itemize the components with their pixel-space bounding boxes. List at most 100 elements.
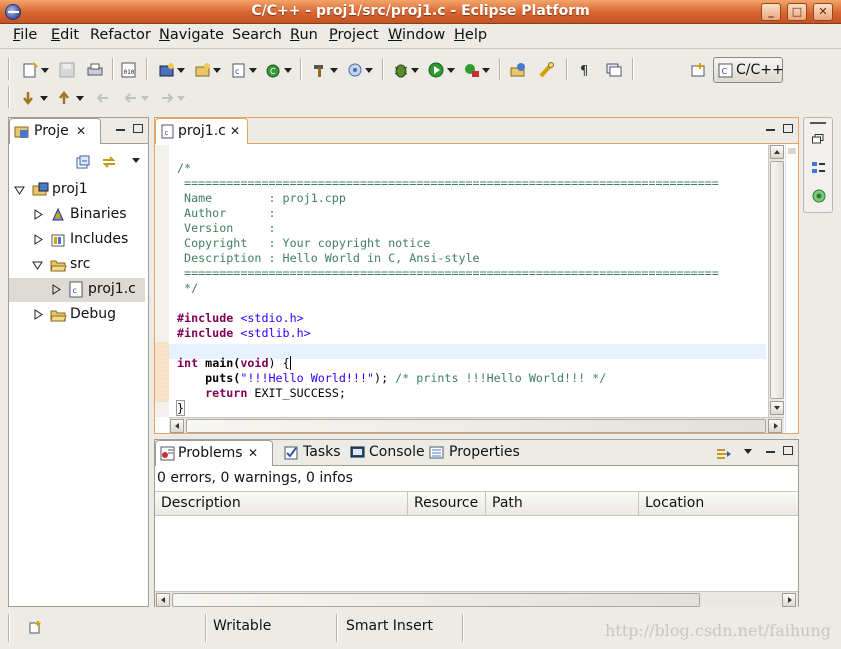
toggle-block-icon[interactable]	[605, 62, 623, 78]
close-icon[interactable]: ✕	[248, 446, 258, 460]
scroll-down-button[interactable]	[770, 401, 784, 415]
outline-view-icon[interactable]	[811, 160, 827, 176]
new-folder-icon[interactable]	[194, 62, 212, 78]
window-title-bar[interactable]: C/C++ - proj1/src/proj1.c - Eclipse Plat…	[0, 0, 841, 24]
new-file-dropdown-icon[interactable]	[249, 68, 257, 73]
fast-view-icon[interactable]	[28, 619, 44, 635]
tab-tasks[interactable]: Tasks	[283, 440, 343, 466]
tree-item-src[interactable]: src	[9, 253, 145, 277]
scroll-up-button[interactable]	[770, 145, 784, 159]
view-menu-icon[interactable]	[744, 449, 752, 454]
menu-navigate[interactable]: Navigate	[159, 27, 224, 43]
external-tools-dropdown-icon[interactable]	[482, 68, 490, 73]
binary-build-icon[interactable]: 010	[120, 62, 138, 78]
scroll-right-button[interactable]	[768, 419, 782, 433]
editor-vertical-scrollbar[interactable]	[768, 145, 784, 417]
tab-proj1-c[interactable]: c proj1.c ✕	[155, 118, 248, 144]
link-with-editor-icon[interactable]	[101, 154, 117, 170]
collapsed-twisty-icon[interactable]	[34, 309, 43, 320]
stack-grip[interactable]	[810, 122, 826, 124]
tree-item-proj1[interactable]: proj1	[9, 178, 145, 202]
forward-dropdown-icon[interactable]	[177, 96, 185, 101]
column-header-resource[interactable]: Resource	[408, 492, 486, 516]
new-c-project-icon[interactable]	[158, 62, 176, 78]
collapsed-twisty-icon[interactable]	[34, 234, 43, 245]
close-button[interactable]: ✕	[813, 3, 833, 21]
scroll-thumb[interactable]	[172, 593, 700, 607]
build-dropdown-icon[interactable]	[330, 68, 338, 73]
collapsed-twisty-icon[interactable]	[52, 284, 61, 295]
collapse-all-icon[interactable]	[76, 155, 90, 169]
perspective-cpp-button[interactable]: C C/C++	[713, 57, 784, 83]
editor-horizontal-scrollbar[interactable]	[169, 417, 784, 433]
next-annotation-icon[interactable]	[20, 90, 38, 106]
build-hammer-icon[interactable]	[311, 62, 329, 78]
forward-icon[interactable]	[158, 90, 176, 106]
new-project-dropdown-icon[interactable]	[177, 68, 185, 73]
tab-console[interactable]: Console	[350, 440, 425, 466]
make-targets-icon[interactable]	[811, 188, 827, 204]
tab-project-explorer[interactable]: Proje ✕	[9, 118, 101, 144]
expanded-twisty-icon[interactable]	[14, 186, 25, 195]
next-annotation-dropdown-icon[interactable]	[40, 96, 48, 101]
close-icon[interactable]: ✕	[230, 124, 240, 138]
focus-on-active-task-icon[interactable]	[715, 446, 733, 462]
new-source-file-icon[interactable]: c	[230, 62, 248, 78]
scroll-right-button[interactable]	[782, 593, 796, 607]
expanded-twisty-icon[interactable]	[32, 261, 43, 270]
back-dropdown-icon[interactable]	[141, 96, 149, 101]
tree-item-includes[interactable]: Includes	[9, 228, 145, 252]
problems-table-body[interactable]	[155, 517, 798, 593]
column-header-location[interactable]: Location	[639, 492, 798, 516]
new-class-icon[interactable]: C	[265, 62, 283, 78]
overview-ruler[interactable]	[785, 145, 798, 433]
menu-window[interactable]: Window	[388, 27, 445, 43]
open-type-icon[interactable]	[510, 62, 528, 78]
minimize-button[interactable]: _	[761, 3, 781, 21]
menu-project[interactable]: Project	[329, 27, 379, 43]
collapsed-twisty-icon[interactable]	[34, 209, 43, 220]
run-icon[interactable]	[428, 62, 446, 78]
scroll-thumb[interactable]	[770, 161, 784, 399]
target-icon[interactable]	[347, 62, 365, 78]
last-edit-icon[interactable]	[94, 90, 112, 106]
column-header-description[interactable]: Description	[155, 492, 408, 516]
view-menu-icon[interactable]	[132, 158, 140, 163]
save-icon[interactable]	[58, 62, 76, 78]
restore-icon[interactable]	[812, 134, 824, 144]
close-icon[interactable]: ✕	[76, 124, 86, 138]
menu-help[interactable]: Help	[454, 27, 487, 43]
scroll-left-button[interactable]	[170, 419, 184, 433]
tab-properties[interactable]: Properties	[429, 440, 521, 466]
code-editor[interactable]: /* =====================================…	[175, 146, 719, 431]
scroll-left-button[interactable]	[156, 593, 170, 607]
menu-refactor[interactable]: Refactor	[90, 27, 151, 43]
tree-item-debug[interactable]: Debug	[9, 303, 145, 327]
previous-annotation-dropdown-icon[interactable]	[76, 96, 84, 101]
maximize-view-icon[interactable]	[133, 124, 143, 133]
debug-dropdown-icon[interactable]	[411, 68, 419, 73]
minimize-view-icon[interactable]	[766, 129, 775, 131]
print-icon[interactable]	[86, 62, 104, 78]
previous-annotation-icon[interactable]	[56, 90, 74, 106]
run-dropdown-icon[interactable]	[447, 68, 455, 73]
tree-item-proj1-c[interactable]: c proj1.c	[9, 278, 145, 302]
menu-search[interactable]: Search	[232, 27, 282, 43]
scroll-thumb[interactable]	[186, 419, 766, 433]
new-folder-dropdown-icon[interactable]	[213, 68, 221, 73]
debug-icon[interactable]	[393, 62, 411, 78]
menu-edit[interactable]: Edit	[51, 27, 79, 43]
menu-file[interactable]: File	[13, 27, 37, 43]
column-header-path[interactable]: Path	[486, 492, 639, 516]
minimize-view-icon[interactable]	[766, 451, 775, 453]
minimize-view-icon[interactable]	[116, 129, 125, 131]
back-icon[interactable]	[122, 90, 140, 106]
maximize-view-icon[interactable]	[783, 124, 793, 133]
search-flashlight-icon[interactable]	[538, 62, 556, 78]
menu-run[interactable]: Run	[290, 27, 318, 43]
new-icon[interactable]	[22, 62, 40, 78]
external-tools-icon[interactable]	[463, 62, 481, 78]
new-class-dropdown-icon[interactable]	[284, 68, 292, 73]
tab-problems[interactable]: Problems ✕	[155, 440, 273, 466]
maximize-view-icon[interactable]	[783, 446, 793, 455]
